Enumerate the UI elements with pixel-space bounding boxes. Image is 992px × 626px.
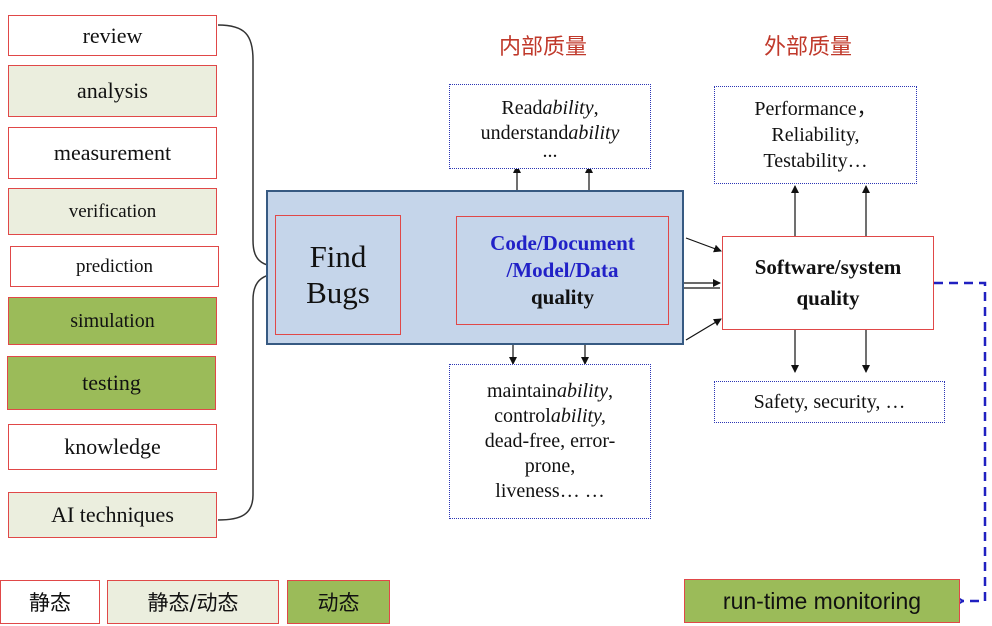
liveness-line: liveness… … — [495, 480, 605, 502]
readability-italic: ability — [542, 97, 594, 120]
controlability-prefix: control — [494, 405, 551, 427]
method-verification-label: verification — [68, 200, 157, 222]
prone-line: prone, — [524, 455, 576, 477]
legend-static: 静态 — [0, 580, 100, 624]
legend-dynamic: 动态 — [287, 580, 390, 624]
method-measurement: measurement — [8, 127, 217, 179]
readability-prefix: Read — [501, 97, 543, 120]
internal-quality-bottom-box: maintainability, controlability, dead-fr… — [449, 364, 651, 519]
internal-quality-top-box: Readability, understandability ... — [449, 84, 651, 169]
maintainability-italic: ability — [556, 380, 609, 402]
method-testing: testing — [7, 356, 216, 410]
testability-line: Testability… — [763, 150, 868, 172]
method-testing-label: testing — [82, 370, 141, 395]
dashed-connector — [934, 281, 987, 601]
method-simulation-label: simulation — [70, 309, 155, 332]
method-analysis-label: analysis — [77, 78, 148, 103]
diagram-canvas: review analysis measurement verification… — [0, 0, 992, 626]
software-system-quality-box: Software/system quality — [722, 236, 934, 330]
code-document-quality-box: Code/Document /Model/Data quality — [456, 216, 669, 325]
method-analysis: analysis — [8, 65, 217, 117]
maintainability-suffix: , — [608, 380, 614, 402]
method-measurement-label: measurement — [53, 140, 172, 165]
internal-top-ellipsis: ... — [542, 139, 558, 162]
method-review-label: review — [82, 22, 143, 48]
system-quality-line2: quality — [796, 286, 860, 310]
safety-security-text: Safety, security, … — [753, 390, 906, 413]
external-quality-bottom-box: Safety, security, … — [714, 381, 945, 423]
legend-static-dynamic-label: 静态/动态 — [147, 591, 239, 615]
method-simulation: simulation — [8, 297, 217, 345]
method-ai-techniques: AI techniques — [8, 492, 217, 538]
legend-static-label: 静态 — [29, 591, 71, 615]
method-prediction: prediction — [10, 246, 219, 287]
find-bugs-box: Find Bugs — [275, 215, 401, 335]
find-bugs-line2: Bugs — [306, 275, 370, 310]
runtime-monitoring-box: run-time monitoring — [684, 579, 960, 623]
maintainability-prefix: maintain — [486, 380, 557, 402]
runtime-monitoring-label: run-time monitoring — [722, 587, 922, 614]
internal-quality-heading: 内部质量 — [499, 35, 588, 60]
method-prediction-label: prediction — [75, 255, 154, 277]
reliability-line: Reliability, — [771, 124, 860, 146]
readability-suffix: , — [593, 97, 599, 120]
method-knowledge: knowledge — [8, 424, 217, 470]
dead-free-line: dead-free, error- — [484, 430, 616, 452]
diag-arrow-top — [685, 237, 722, 253]
performance-line: Performance， — [754, 98, 877, 120]
controlability-line: controlability, — [494, 404, 606, 429]
system-quality-line1: Software/system — [754, 254, 902, 279]
method-knowledge-label: knowledge — [64, 434, 161, 459]
understandability-italic: ability — [568, 121, 620, 144]
diag-arrow-bottom — [685, 318, 722, 341]
code-quality-line1: Code/Document — [490, 230, 635, 255]
readability-line: Readability, — [501, 96, 598, 120]
code-quality-line3: quality — [530, 285, 595, 310]
controlability-italic: ability, — [550, 405, 606, 427]
external-quality-heading: 外部质量 — [764, 35, 853, 60]
method-ai-techniques-label: AI techniques — [51, 502, 174, 527]
method-review: review — [8, 15, 217, 56]
external-quality-top-box: Performance， Reliability, Testability… — [714, 86, 917, 184]
method-verification: verification — [8, 188, 217, 235]
legend-static-dynamic: 静态/动态 — [107, 580, 279, 624]
maintainability-line: maintainability, — [487, 379, 613, 404]
find-bugs-line1: Find — [309, 239, 367, 275]
code-quality-line2: /Model/Data — [506, 257, 619, 282]
legend-dynamic-label: 动态 — [317, 591, 360, 615]
